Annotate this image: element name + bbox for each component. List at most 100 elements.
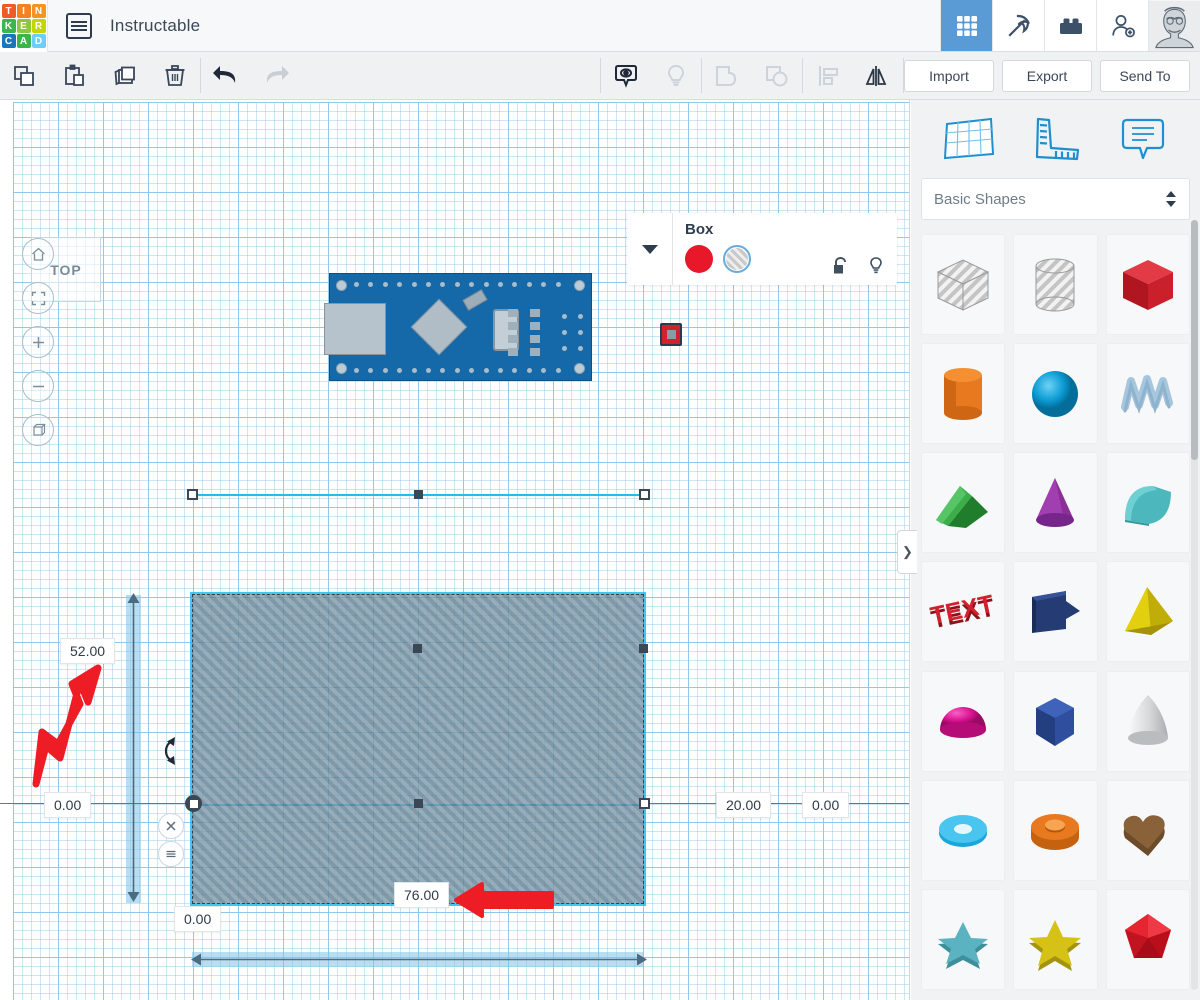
box-shape[interactable] — [1105, 234, 1190, 335]
resize-handle-top-mid[interactable] — [414, 490, 423, 499]
resize-handle-top-right[interactable] — [639, 489, 650, 500]
avatar[interactable] — [1148, 0, 1200, 51]
polygon-shape[interactable] — [1013, 670, 1098, 772]
sphere-shape[interactable] — [1013, 343, 1098, 445]
trash-icon[interactable] — [150, 52, 200, 99]
height-dimension-label[interactable]: 52.00 — [60, 638, 116, 664]
shapes-scrollbar-thumb[interactable] — [1191, 220, 1198, 460]
smd-pad — [530, 309, 540, 317]
width-measure-bar — [192, 952, 644, 967]
hole-swatch[interactable] — [723, 245, 751, 273]
logo-tile-4: E — [16, 19, 31, 33]
logo-tile-3: K — [1, 19, 16, 33]
box-hole-shape[interactable] — [921, 234, 1006, 335]
star-yellow-shape[interactable] — [1013, 888, 1098, 990]
torus-shape[interactable] — [921, 779, 1006, 881]
zoom-in-button[interactable] — [22, 326, 54, 358]
board-mount-hole — [574, 363, 585, 374]
resize-handle-bottom-right[interactable] — [639, 798, 650, 809]
board-pin — [397, 282, 403, 287]
collapse-panel-button[interactable] — [627, 213, 673, 285]
logo-tile-0: T — [1, 4, 16, 18]
text-shape[interactable]: TEXT TEXT — [921, 561, 1006, 663]
cylinder-hole-shape[interactable] — [1013, 234, 1098, 335]
home-view-button[interactable] — [22, 238, 54, 270]
move-handle-center[interactable] — [413, 644, 422, 653]
panel-tabs — [911, 100, 1200, 178]
undo-icon[interactable] — [201, 52, 251, 99]
cylinder-shape[interactable] — [921, 343, 1006, 445]
half-sphere-shape[interactable] — [921, 670, 1006, 772]
baseline-left — [0, 803, 192, 804]
bottom-zero-label[interactable]: 0.00 — [174, 906, 222, 932]
scribble-shape[interactable] — [1105, 343, 1190, 445]
logo-tile-6: C — [1, 34, 16, 48]
heart-shape[interactable] — [1105, 779, 1190, 881]
shape-panel-body: Box — [673, 213, 897, 285]
tinkercad-app: T I N K E R C A D Instructable Import Ex… — [0, 0, 1200, 1000]
unlock-icon[interactable] — [832, 256, 849, 276]
board-pin — [483, 282, 489, 287]
zoom-out-button[interactable] — [22, 370, 54, 402]
mirror-icon[interactable] — [853, 52, 903, 99]
close-ruler-button[interactable] — [158, 813, 184, 839]
shape-panel-toggles — [832, 256, 885, 276]
notes-tab[interactable] — [1115, 114, 1171, 164]
show-hide-icon[interactable] — [601, 52, 651, 99]
left-zero-label[interactable]: 0.00 — [44, 792, 92, 818]
shapes-grid: TEXT TEXT — [911, 234, 1200, 990]
logo-tile-1: I — [16, 4, 31, 18]
right-zero-label[interactable]: 0.00 — [802, 792, 850, 818]
toolbar-actions: Import Export Send To — [904, 52, 1200, 99]
solid-swatch[interactable] — [685, 245, 713, 273]
pyramid-shape[interactable] — [1105, 561, 1190, 663]
resize-handle-right-mid[interactable] — [639, 644, 648, 653]
ruler-menu-button[interactable] — [158, 841, 184, 867]
polyhedra-shape[interactable] — [1105, 888, 1190, 990]
cone-shape[interactable] — [1013, 452, 1098, 554]
rotate-handle-icon[interactable] — [156, 735, 180, 767]
origin-handle-bottom-left[interactable] — [185, 795, 202, 812]
pickaxe-icon[interactable] — [992, 0, 1044, 51]
shape-category-select[interactable]: Basic Shapes — [921, 178, 1190, 220]
paste-icon[interactable] — [50, 52, 100, 99]
topbar-nav-icons — [940, 0, 1200, 51]
document-title: Instructable — [110, 15, 201, 35]
board-pin — [440, 368, 446, 373]
fit-view-button[interactable] — [22, 282, 54, 314]
tube-shape[interactable] — [1013, 779, 1098, 881]
board-pin — [469, 282, 475, 287]
perspective-toggle-button[interactable] — [22, 414, 54, 446]
roof-shape[interactable] — [921, 452, 1006, 554]
star-teal-shape[interactable] — [921, 888, 1006, 990]
add-person-icon[interactable] — [1096, 0, 1148, 51]
brick-icon[interactable] — [1044, 0, 1096, 51]
round-roof-shape[interactable] — [1105, 452, 1190, 554]
document-list-button[interactable] — [48, 0, 92, 51]
import-button[interactable]: Import — [904, 59, 994, 92]
lightbulb-icon[interactable] — [867, 256, 885, 276]
selected-box-object[interactable] — [192, 594, 644, 904]
box-arrow-shape[interactable] — [1013, 561, 1098, 663]
paraboloid-shape[interactable] — [1105, 670, 1190, 772]
grid-icon[interactable] — [940, 0, 992, 51]
send-to-button[interactable]: Send To — [1100, 59, 1190, 92]
board-pin — [555, 282, 561, 287]
export-button[interactable]: Export — [1002, 59, 1092, 92]
copy-icon[interactable] — [0, 52, 50, 99]
red-component-object[interactable] — [660, 323, 682, 346]
width-dimension-label[interactable]: 76.00 — [394, 882, 450, 908]
ruler-tab[interactable] — [1028, 114, 1084, 164]
right-offset-label[interactable]: 20.00 — [716, 792, 772, 818]
shapes-panel: Basic Shapes TEXT TEXT — [911, 100, 1200, 1000]
panel-toggle-button[interactable]: ❯ — [897, 530, 917, 574]
arduino-nano-object[interactable] — [324, 273, 592, 381]
design-canvas[interactable]: Workplane TOP — [0, 100, 910, 1000]
tinkercad-logo[interactable]: T I N K E R C A D — [0, 0, 48, 52]
duplicate-icon[interactable] — [100, 52, 150, 99]
board-mount-hole — [336, 280, 347, 291]
workplane-tab[interactable] — [941, 114, 997, 164]
resize-handle-top-left[interactable] — [187, 489, 198, 500]
resize-handle-bottom-mid[interactable] — [414, 799, 423, 808]
